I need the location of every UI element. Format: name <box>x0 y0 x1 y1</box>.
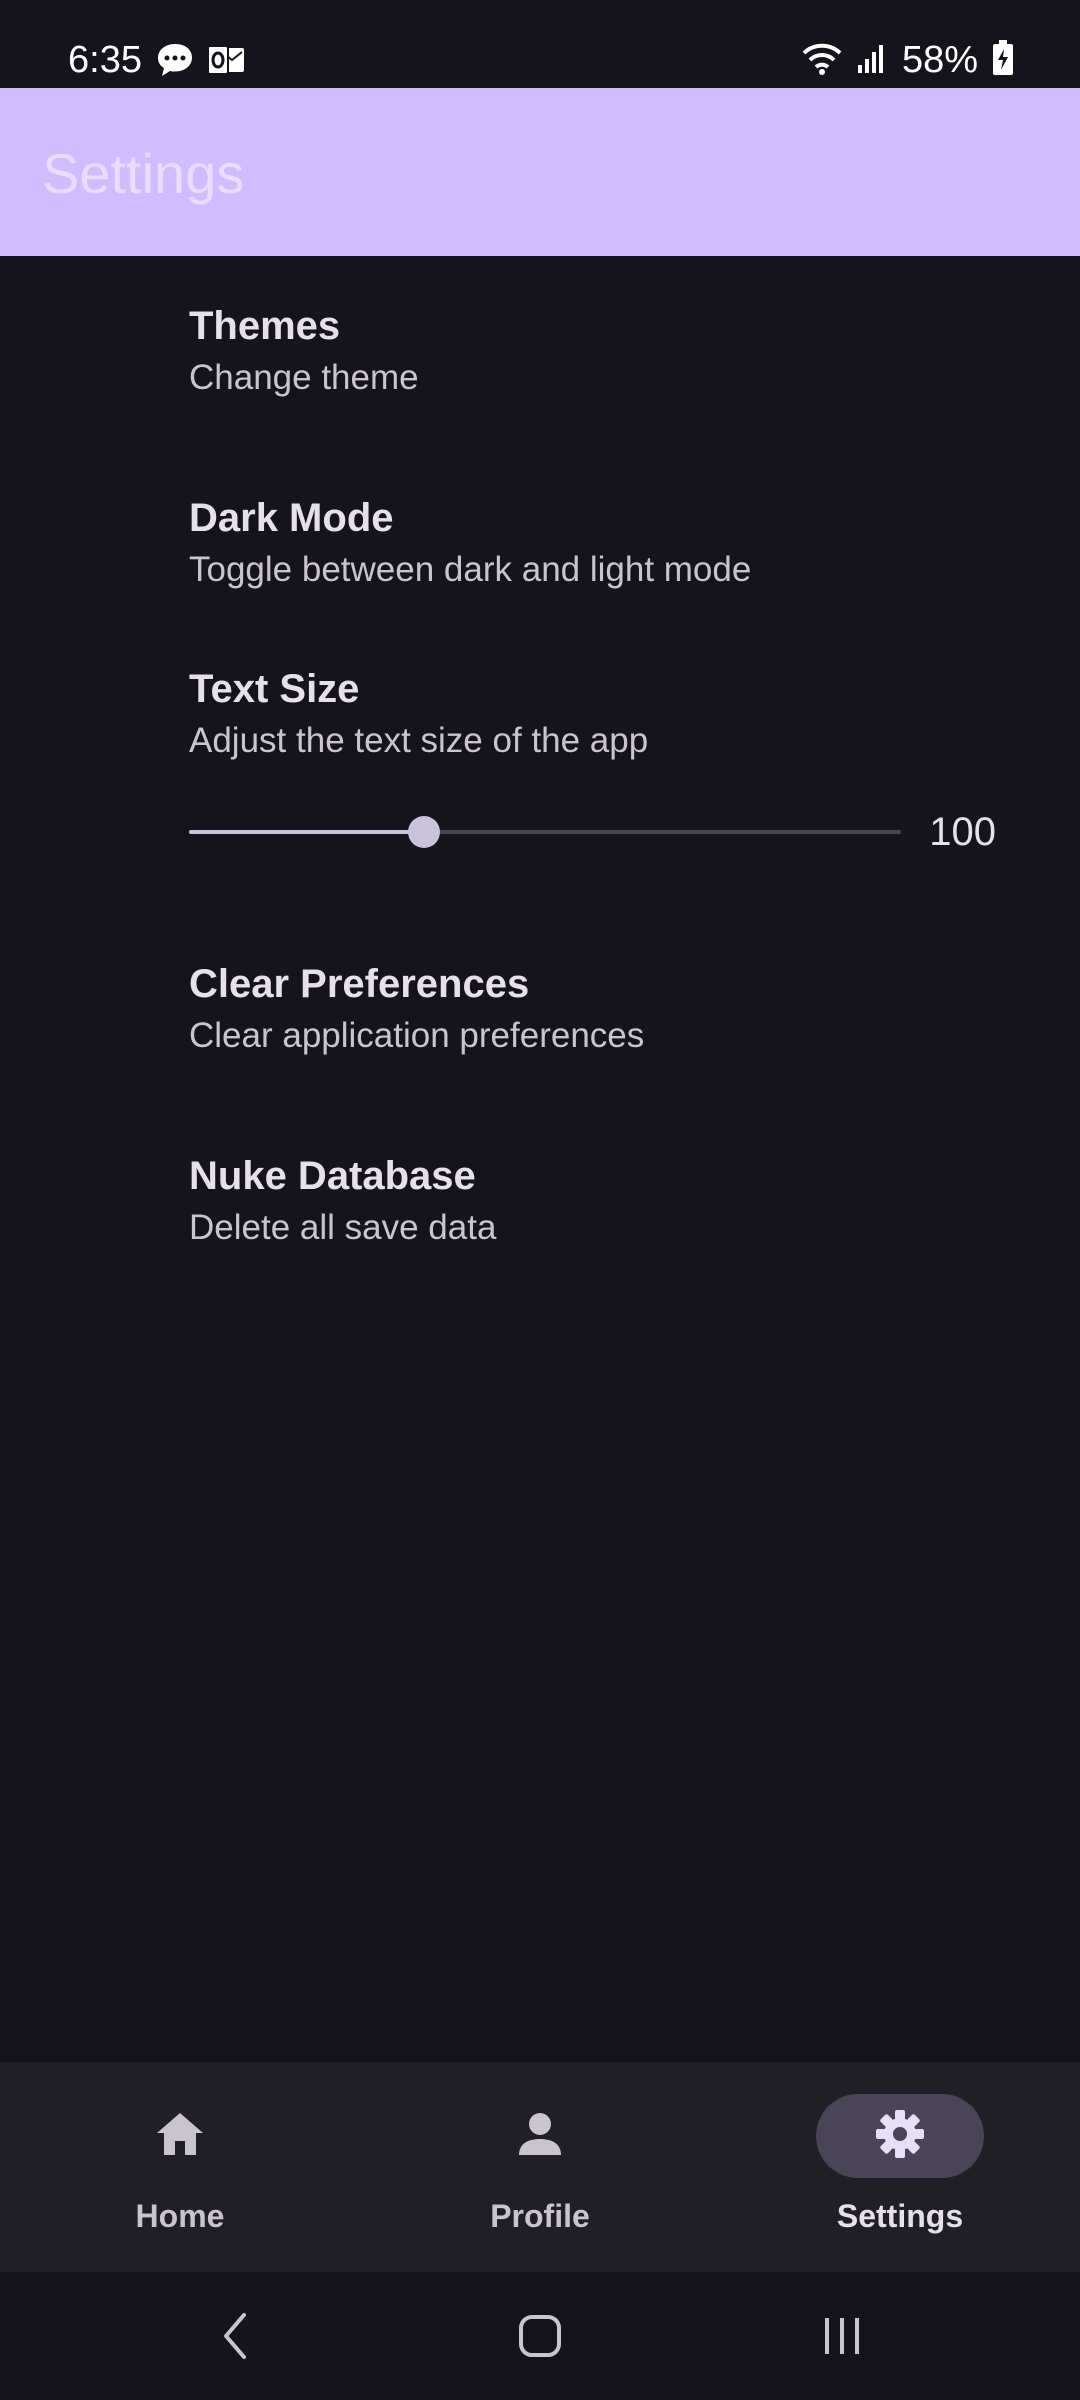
system-navigation-bar <box>0 2272 1080 2400</box>
battery-percentage: 58% <box>901 39 978 81</box>
slider-track-active <box>189 830 424 834</box>
chat-bubble-icon <box>156 42 194 83</box>
settings-item-clear-preferences[interactable]: Clear Preferences Clear application pref… <box>189 960 1009 1058</box>
settings-item-title: Clear Preferences <box>189 962 530 1006</box>
gear-icon <box>874 2108 926 2165</box>
nav-item-settings[interactable]: Settings <box>720 2062 1080 2272</box>
battery-charging-icon <box>992 39 1014 81</box>
nav-item-home[interactable]: Home <box>0 2062 360 2272</box>
text-size-slider[interactable] <box>189 812 901 852</box>
nav-item-profile[interactable]: Profile <box>360 2062 720 2272</box>
settings-item-subtitle: Change theme <box>189 358 419 397</box>
settings-item-subtitle: Toggle between dark and light mode <box>189 550 752 589</box>
status-time: 6:35 <box>68 39 142 81</box>
nav-indicator <box>456 2094 624 2178</box>
outlook-icon <box>206 42 246 83</box>
nav-label: Home <box>135 2198 225 2234</box>
home-button-icon[interactable] <box>510 2306 570 2366</box>
text-size-value: 100 <box>929 810 996 854</box>
settings-item-subtitle: Clear application preferences <box>189 1016 645 1055</box>
nav-label: Settings <box>836 2198 964 2234</box>
settings-item-nuke-database[interactable]: Nuke Database Delete all save data <box>189 1152 1009 1250</box>
status-right: 58% <box>802 36 1014 84</box>
bottom-navigation-bar: Home Profile Settings <box>0 2062 1080 2272</box>
settings-item-subtitle: Adjust the text size of the app <box>189 721 649 760</box>
settings-item-title: Themes <box>189 304 341 348</box>
settings-item-text-size: Text Size Adjust the text size of the ap… <box>189 665 1009 763</box>
slider-thumb[interactable] <box>407 816 440 848</box>
person-icon <box>517 2111 563 2162</box>
settings-item-themes[interactable]: Themes Change theme <box>189 302 1009 400</box>
settings-item-title: Text Size <box>189 667 360 711</box>
settings-item-subtitle: Delete all save data <box>189 1208 497 1247</box>
screen: 6:35 58% Settings Themes Change theme Da… <box>0 0 1080 2400</box>
nav-indicator-active <box>816 2094 984 2178</box>
nav-label: Profile <box>490 2198 590 2234</box>
wifi-icon <box>802 41 842 80</box>
notification-icons <box>156 42 246 83</box>
recents-icon[interactable] <box>812 2306 872 2366</box>
top-app-bar: Settings <box>0 88 1080 256</box>
status-bar: 6:35 58% <box>0 0 1080 88</box>
nav-indicator <box>96 2094 264 2178</box>
settings-item-title: Dark Mode <box>189 496 394 540</box>
signal-icon <box>856 41 888 80</box>
settings-item-title: Nuke Database <box>189 1154 476 1198</box>
home-icon <box>155 2111 205 2162</box>
settings-item-dark-mode[interactable]: Dark Mode Toggle between dark and light … <box>189 494 1009 592</box>
back-icon[interactable] <box>206 2306 266 2366</box>
page-title: Settings <box>42 142 245 205</box>
